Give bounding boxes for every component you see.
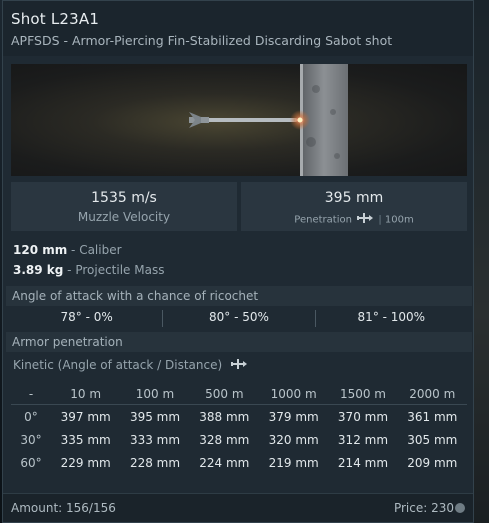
table-cell: 397 mm [60, 409, 111, 424]
penetration-value: 395 mm [324, 190, 384, 206]
table-cell: 335 mm [60, 432, 111, 447]
table-header-cell: 1500 m [339, 387, 386, 401]
table-header-row: - 10 m 100 m 500 m 1000 m 1500 m 2000 m [11, 384, 467, 405]
kinetic-label: Kinetic (Angle of attack / Distance) [13, 358, 223, 372]
table-row: 30° 335 mm 333 mm 328 mm 320 mm 312 mm 3… [11, 428, 467, 451]
ricochet-section-title: Angle of attack with a chance of ricoche… [6, 286, 472, 306]
table-row: 0° 397 mm 395 mm 388 mm 379 mm 370 mm 36… [11, 405, 467, 428]
table-cell: 312 mm [337, 432, 389, 447]
projectile-preview-image [11, 64, 467, 176]
caliber-value: 120 mm [13, 243, 68, 257]
muzzle-velocity-label: Muzzle Velocity [77, 210, 171, 224]
table-header-cell: 2000 m [409, 387, 456, 401]
table-header-cell: 100 m [135, 387, 175, 401]
angle-cell: 60° [20, 455, 42, 470]
angle-cell: 30° [20, 432, 42, 447]
table-cell: 219 mm [268, 455, 319, 470]
spec-mass: 3.89 kg - Projectile Mass [13, 262, 165, 277]
ricochet-entry: 80° - 50% [162, 310, 314, 327]
table-cell: 379 mm [268, 409, 319, 424]
angle-cell: 0° [24, 409, 38, 424]
ricochet-chances: 78° - 0% 80° - 50% 81° - 100% [11, 310, 467, 327]
penetration-table: - 10 m 100 m 500 m 1000 m 1500 m 2000 m … [11, 384, 467, 474]
table-cell: 214 mm [337, 455, 389, 470]
tooltip-footer: Amount: 156/156 Price: 230 [3, 493, 473, 522]
table-cell: 305 mm [407, 432, 458, 447]
tooltip-header: Shot L23A1 APFSDS - Armor-Piercing Fin-S… [3, 1, 473, 56]
mass-label: Projectile Mass [75, 262, 165, 277]
ricochet-entry: 78° - 0% [60, 310, 113, 324]
ammo-subtitle: APFSDS - Armor-Piercing Fin-Stabilized D… [11, 33, 393, 48]
muzzle-velocity-stat: 1535 m/s Muzzle Velocity [11, 182, 237, 231]
table-cell: 370 mm [337, 409, 389, 424]
main-stats: 1535 m/s Muzzle Velocity 395 mm Penetrat… [11, 182, 467, 231]
price-row: Price: 230 [394, 501, 465, 515]
table-cell: 395 mm [129, 409, 181, 424]
table-header-cell: 10 m [70, 387, 102, 401]
projectile-specs: 120 mm - Caliber 3.89 kg - Projectile Ma… [13, 241, 164, 280]
kinetic-penetration-icon [357, 212, 374, 227]
ammo-tooltip: Shot L23A1 APFSDS - Armor-Piercing Fin-S… [2, 0, 474, 523]
table-cell: 328 mm [199, 432, 250, 447]
table-cell: 209 mm [407, 455, 458, 470]
penetration-stat: 395 mm Penetration | 100m [241, 182, 467, 231]
table-cell: 388 mm [199, 409, 250, 424]
table-cell: 224 mm [199, 455, 250, 470]
table-cell: 333 mm [129, 432, 181, 447]
caliber-label: Caliber [79, 243, 122, 257]
armor-penetration-title: Armor penetration [6, 332, 472, 352]
table-cell: 361 mm [407, 409, 458, 424]
penetration-label: Penetration [294, 214, 352, 226]
kinetic-penetration-icon [230, 358, 247, 373]
table-cell: 229 mm [60, 455, 111, 470]
spec-caliber: 120 mm - Caliber [13, 243, 122, 257]
mass-value: 3.89 kg [13, 262, 64, 277]
silver-lion-icon [455, 503, 465, 513]
table-header-cell: - [28, 387, 34, 401]
ammo-price: Price: 230 [393, 501, 454, 515]
table-row: 60° 229 mm 228 mm 224 mm 219 mm 214 mm 2… [11, 451, 467, 474]
table-header-cell: 500 m [205, 387, 244, 401]
kinetic-label-row: Kinetic (Angle of attack / Distance) [13, 358, 249, 373]
table-cell: 320 mm [268, 432, 319, 447]
penetration-label-row: Penetration | 100m [241, 212, 467, 227]
penetration-distance: 100m [384, 214, 414, 226]
ricochet-entry: 81° - 100% [314, 310, 467, 327]
background-right [473, 0, 489, 523]
table-cell: 228 mm [129, 455, 181, 470]
table-header-cell: 1000 m [270, 387, 317, 401]
ammo-title: Shot L23A1 [11, 10, 100, 28]
muzzle-velocity-value: 1535 m/s [91, 190, 157, 206]
ammo-amount: Amount: 156/156 [11, 501, 116, 515]
